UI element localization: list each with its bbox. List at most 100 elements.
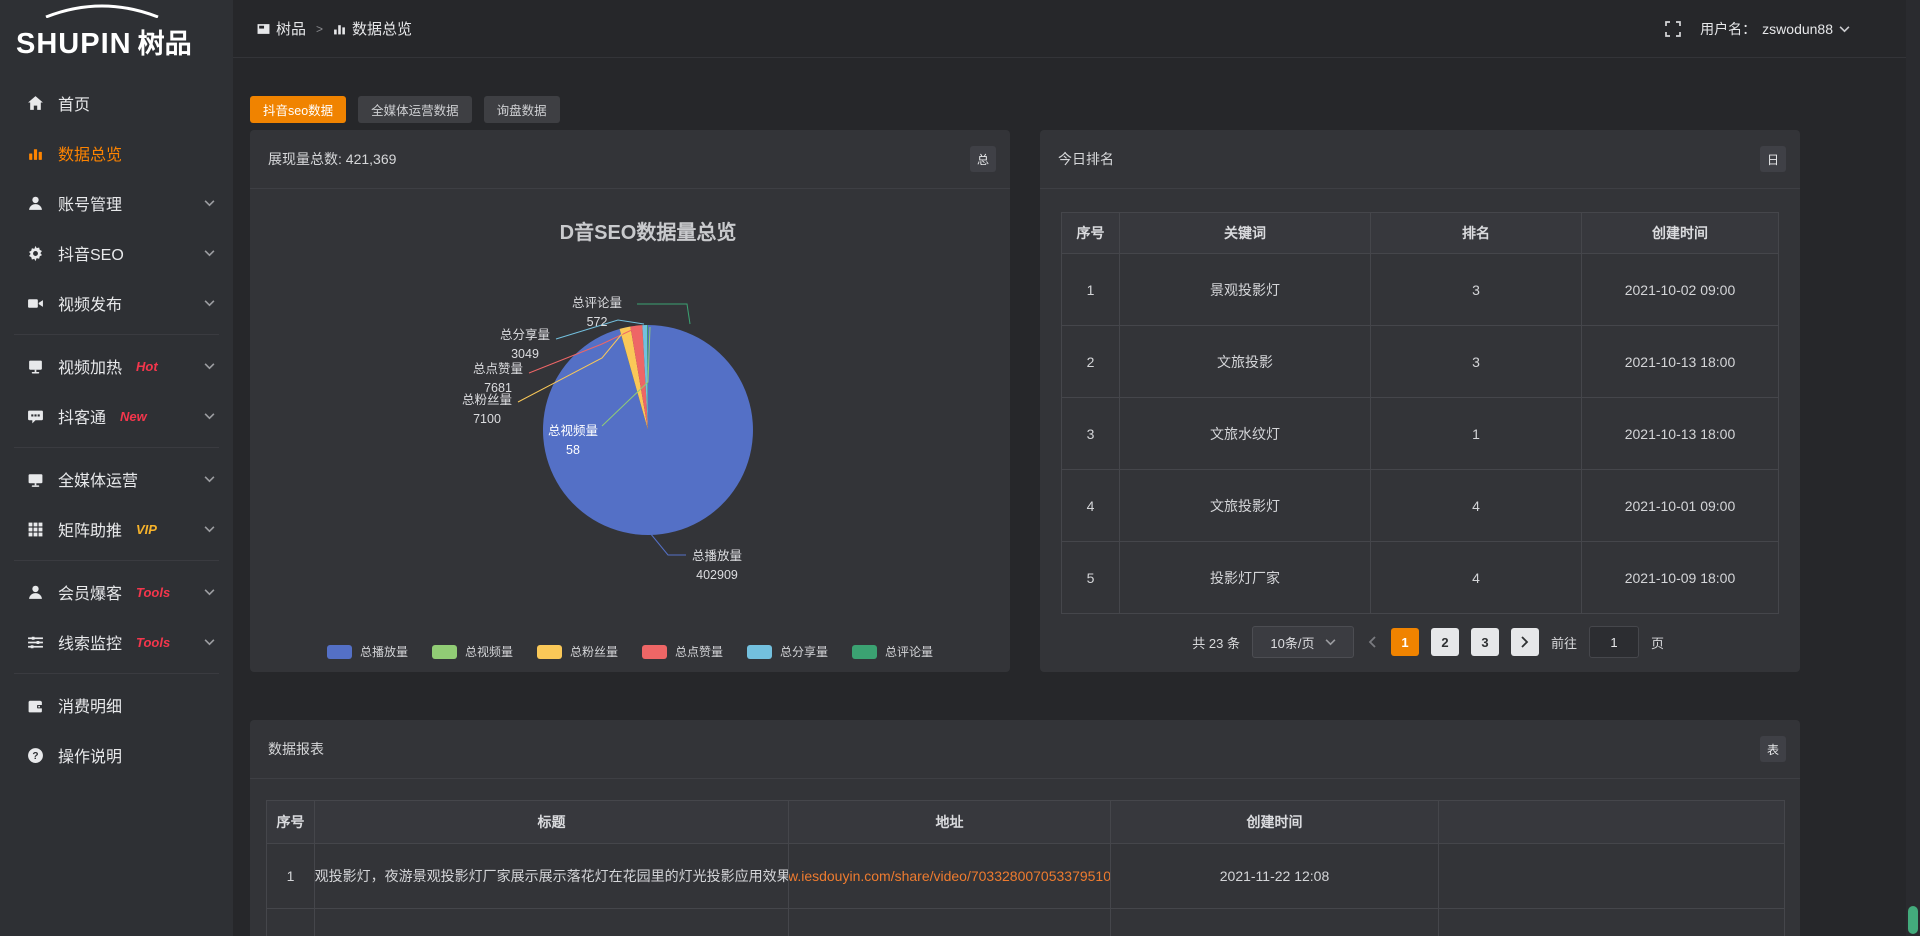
page-button-1[interactable]: 1 bbox=[1391, 628, 1419, 656]
sidebar-item-label: 消费明细 bbox=[58, 693, 122, 717]
goto-page-input[interactable] bbox=[1589, 626, 1639, 658]
pie-label-shares: 总分享量 3049 bbox=[494, 326, 556, 364]
page-button-2[interactable]: 2 bbox=[1431, 628, 1459, 656]
sidebar-item-doketong[interactable]: 抖客通 New bbox=[0, 391, 233, 441]
legend-item-shares[interactable]: 总分享量 bbox=[747, 643, 828, 660]
chevron-down-icon bbox=[204, 299, 215, 307]
sidebar-item-media-operation[interactable]: 全媒体运营 bbox=[0, 454, 233, 504]
tools-badge: Tools bbox=[136, 635, 170, 650]
chevron-down-icon bbox=[1839, 25, 1850, 33]
table-cell: 投影灯厂家 bbox=[1120, 542, 1371, 614]
sidebar-item-label: 矩阵助推 bbox=[58, 517, 122, 541]
table-cell bbox=[1439, 909, 1785, 936]
chevron-down-icon bbox=[204, 525, 215, 533]
sidebar-item-matrix-boost[interactable]: 矩阵助推 VIP bbox=[0, 504, 233, 554]
breadcrumb-current: 数据总览 bbox=[333, 18, 412, 39]
tab-douyin-seo-data[interactable]: 抖音seo数据 bbox=[250, 96, 346, 123]
sidebar-item-douyin-seo[interactable]: 抖音SEO bbox=[0, 228, 233, 278]
screen-icon bbox=[26, 357, 44, 375]
sidebar-item-lead-monitor[interactable]: 线索监控 Tools bbox=[0, 617, 233, 667]
breadcrumb: 树品 > 数据总览 bbox=[257, 18, 412, 39]
ranking-table: 序号 关键词 排名 创建时间 1 景观投影灯 3 2021-10-02 09:0… bbox=[1061, 212, 1779, 614]
sidebar-item-label: 全媒体运营 bbox=[58, 467, 138, 491]
sidebar-item-account[interactable]: 账号管理 bbox=[0, 178, 233, 228]
user-menu[interactable]: 用户名： zswodun88 bbox=[1700, 19, 1850, 39]
monitor-icon bbox=[26, 470, 44, 488]
tab-inquiry-data[interactable]: 询盘数据 bbox=[484, 96, 560, 123]
sliders-icon bbox=[26, 633, 44, 651]
table-cell: 2021-11-22 12:08 bbox=[1111, 844, 1439, 909]
question-circle-icon: ? bbox=[26, 746, 44, 764]
table-cell: 1 bbox=[1371, 398, 1582, 470]
vip-badge: VIP bbox=[136, 522, 157, 537]
chevron-down-icon bbox=[204, 199, 215, 207]
column-header: 排名 bbox=[1371, 213, 1582, 254]
legend-item-likes[interactable]: 总点赞量 bbox=[642, 643, 723, 660]
ranking-panel-title: 今日排名 bbox=[1058, 149, 1114, 169]
sidebar-item-instructions[interactable]: ? 操作说明 bbox=[0, 730, 233, 780]
tab-media-operation-data[interactable]: 全媒体运营数据 bbox=[358, 96, 472, 123]
table-toggle-button[interactable]: 表 bbox=[1760, 736, 1786, 762]
sidebar: SHUPIN 树品 首页 数据总览 账号管理 bbox=[0, 0, 233, 936]
chevron-down-icon bbox=[1325, 638, 1336, 646]
sidebar-divider bbox=[14, 560, 219, 561]
sidebar-item-member-baoke[interactable]: 会员爆客 Tools bbox=[0, 567, 233, 617]
app-icon bbox=[257, 23, 270, 35]
column-header: 创建时间 bbox=[1111, 801, 1439, 844]
person-icon bbox=[26, 583, 44, 601]
table-cell: 4 bbox=[1371, 542, 1582, 614]
legend-item-videos[interactable]: 总视频量 bbox=[432, 643, 513, 660]
username-label: 用户名： bbox=[1700, 19, 1756, 39]
new-badge: New bbox=[120, 409, 147, 424]
scrollbar-thumb[interactable] bbox=[1908, 906, 1918, 934]
ranking-panel-header: 今日排名 日 bbox=[1040, 130, 1800, 189]
grid-icon bbox=[26, 520, 44, 538]
next-page-button[interactable] bbox=[1511, 628, 1539, 656]
sidebar-item-video-publish[interactable]: 视频发布 bbox=[0, 278, 233, 328]
legend-item-comments[interactable]: 总评论量 bbox=[852, 643, 933, 660]
sidebar-item-label: 线索监控 bbox=[58, 630, 122, 654]
table-cell bbox=[315, 909, 789, 936]
logo-text-cn: 树品 bbox=[138, 22, 192, 61]
column-header bbox=[1439, 801, 1785, 844]
video-url-link[interactable]: https://www.iesdouyin.com/share/video/70… bbox=[789, 868, 1111, 884]
page-button-3[interactable]: 3 bbox=[1471, 628, 1499, 656]
ranking-panel: 今日排名 日 序号 关键词 排名 创建时间 1 景观投影灯 3 2021-10-… bbox=[1040, 130, 1800, 672]
hot-badge: Hot bbox=[136, 359, 158, 374]
bar-chart-icon bbox=[333, 23, 346, 35]
logo-arc bbox=[42, 4, 162, 18]
report-panel: 数据报表 表 序号 标题 地址 创建时间 1 景观投影灯，夜游景观投影灯厂家展示… bbox=[250, 720, 1800, 936]
table-cell: https://www.iesdouyin.com/share/video/70… bbox=[789, 844, 1111, 909]
pagination-total: 共 23 条 bbox=[1192, 633, 1240, 652]
table-cell: 3 bbox=[1062, 398, 1120, 470]
table-cell bbox=[267, 909, 315, 936]
table-cell: 景观投影灯，夜游景观投影灯厂家展示展示落花灯在花园里的灯光投影应用效果 # bbox=[315, 844, 789, 909]
legend-swatch bbox=[852, 645, 877, 659]
sidebar-item-consumption-detail[interactable]: 消费明细 bbox=[0, 680, 233, 730]
sidebar-item-home[interactable]: 首页 bbox=[0, 78, 233, 128]
sidebar-item-label: 视频发布 bbox=[58, 291, 122, 315]
table-cell: 2021-10-09 18:00 bbox=[1582, 542, 1779, 614]
prev-page-button[interactable] bbox=[1366, 636, 1379, 648]
legend-swatch bbox=[537, 645, 562, 659]
sidebar-item-data-overview[interactable]: 数据总览 bbox=[0, 128, 233, 178]
legend-item-plays[interactable]: 总播放量 bbox=[327, 643, 408, 660]
day-toggle-button[interactable]: 日 bbox=[1760, 146, 1786, 172]
chevron-down-icon bbox=[204, 588, 215, 596]
breadcrumb-home[interactable]: 树品 bbox=[257, 18, 306, 39]
page-size-select[interactable]: 10条/页 bbox=[1252, 626, 1354, 658]
table-cell: 3 bbox=[1371, 326, 1582, 398]
sidebar-item-video-heat[interactable]: 视频加热 Hot bbox=[0, 341, 233, 391]
goto-unit-label: 页 bbox=[1651, 633, 1664, 652]
fullscreen-icon[interactable] bbox=[1664, 20, 1682, 38]
chevron-down-icon bbox=[204, 638, 215, 646]
chevron-down-icon bbox=[204, 362, 215, 370]
pie-label-fans: 总粉丝量 7100 bbox=[456, 391, 518, 429]
breadcrumb-separator: > bbox=[316, 22, 323, 36]
sidebar-item-label: 抖客通 bbox=[58, 404, 106, 428]
legend-item-fans[interactable]: 总粉丝量 bbox=[537, 643, 618, 660]
pie-label-plays: 总播放量 402909 bbox=[684, 547, 750, 585]
legend-swatch bbox=[327, 645, 352, 659]
table-cell: 文旅投影 bbox=[1120, 326, 1371, 398]
column-header: 序号 bbox=[1062, 213, 1120, 254]
